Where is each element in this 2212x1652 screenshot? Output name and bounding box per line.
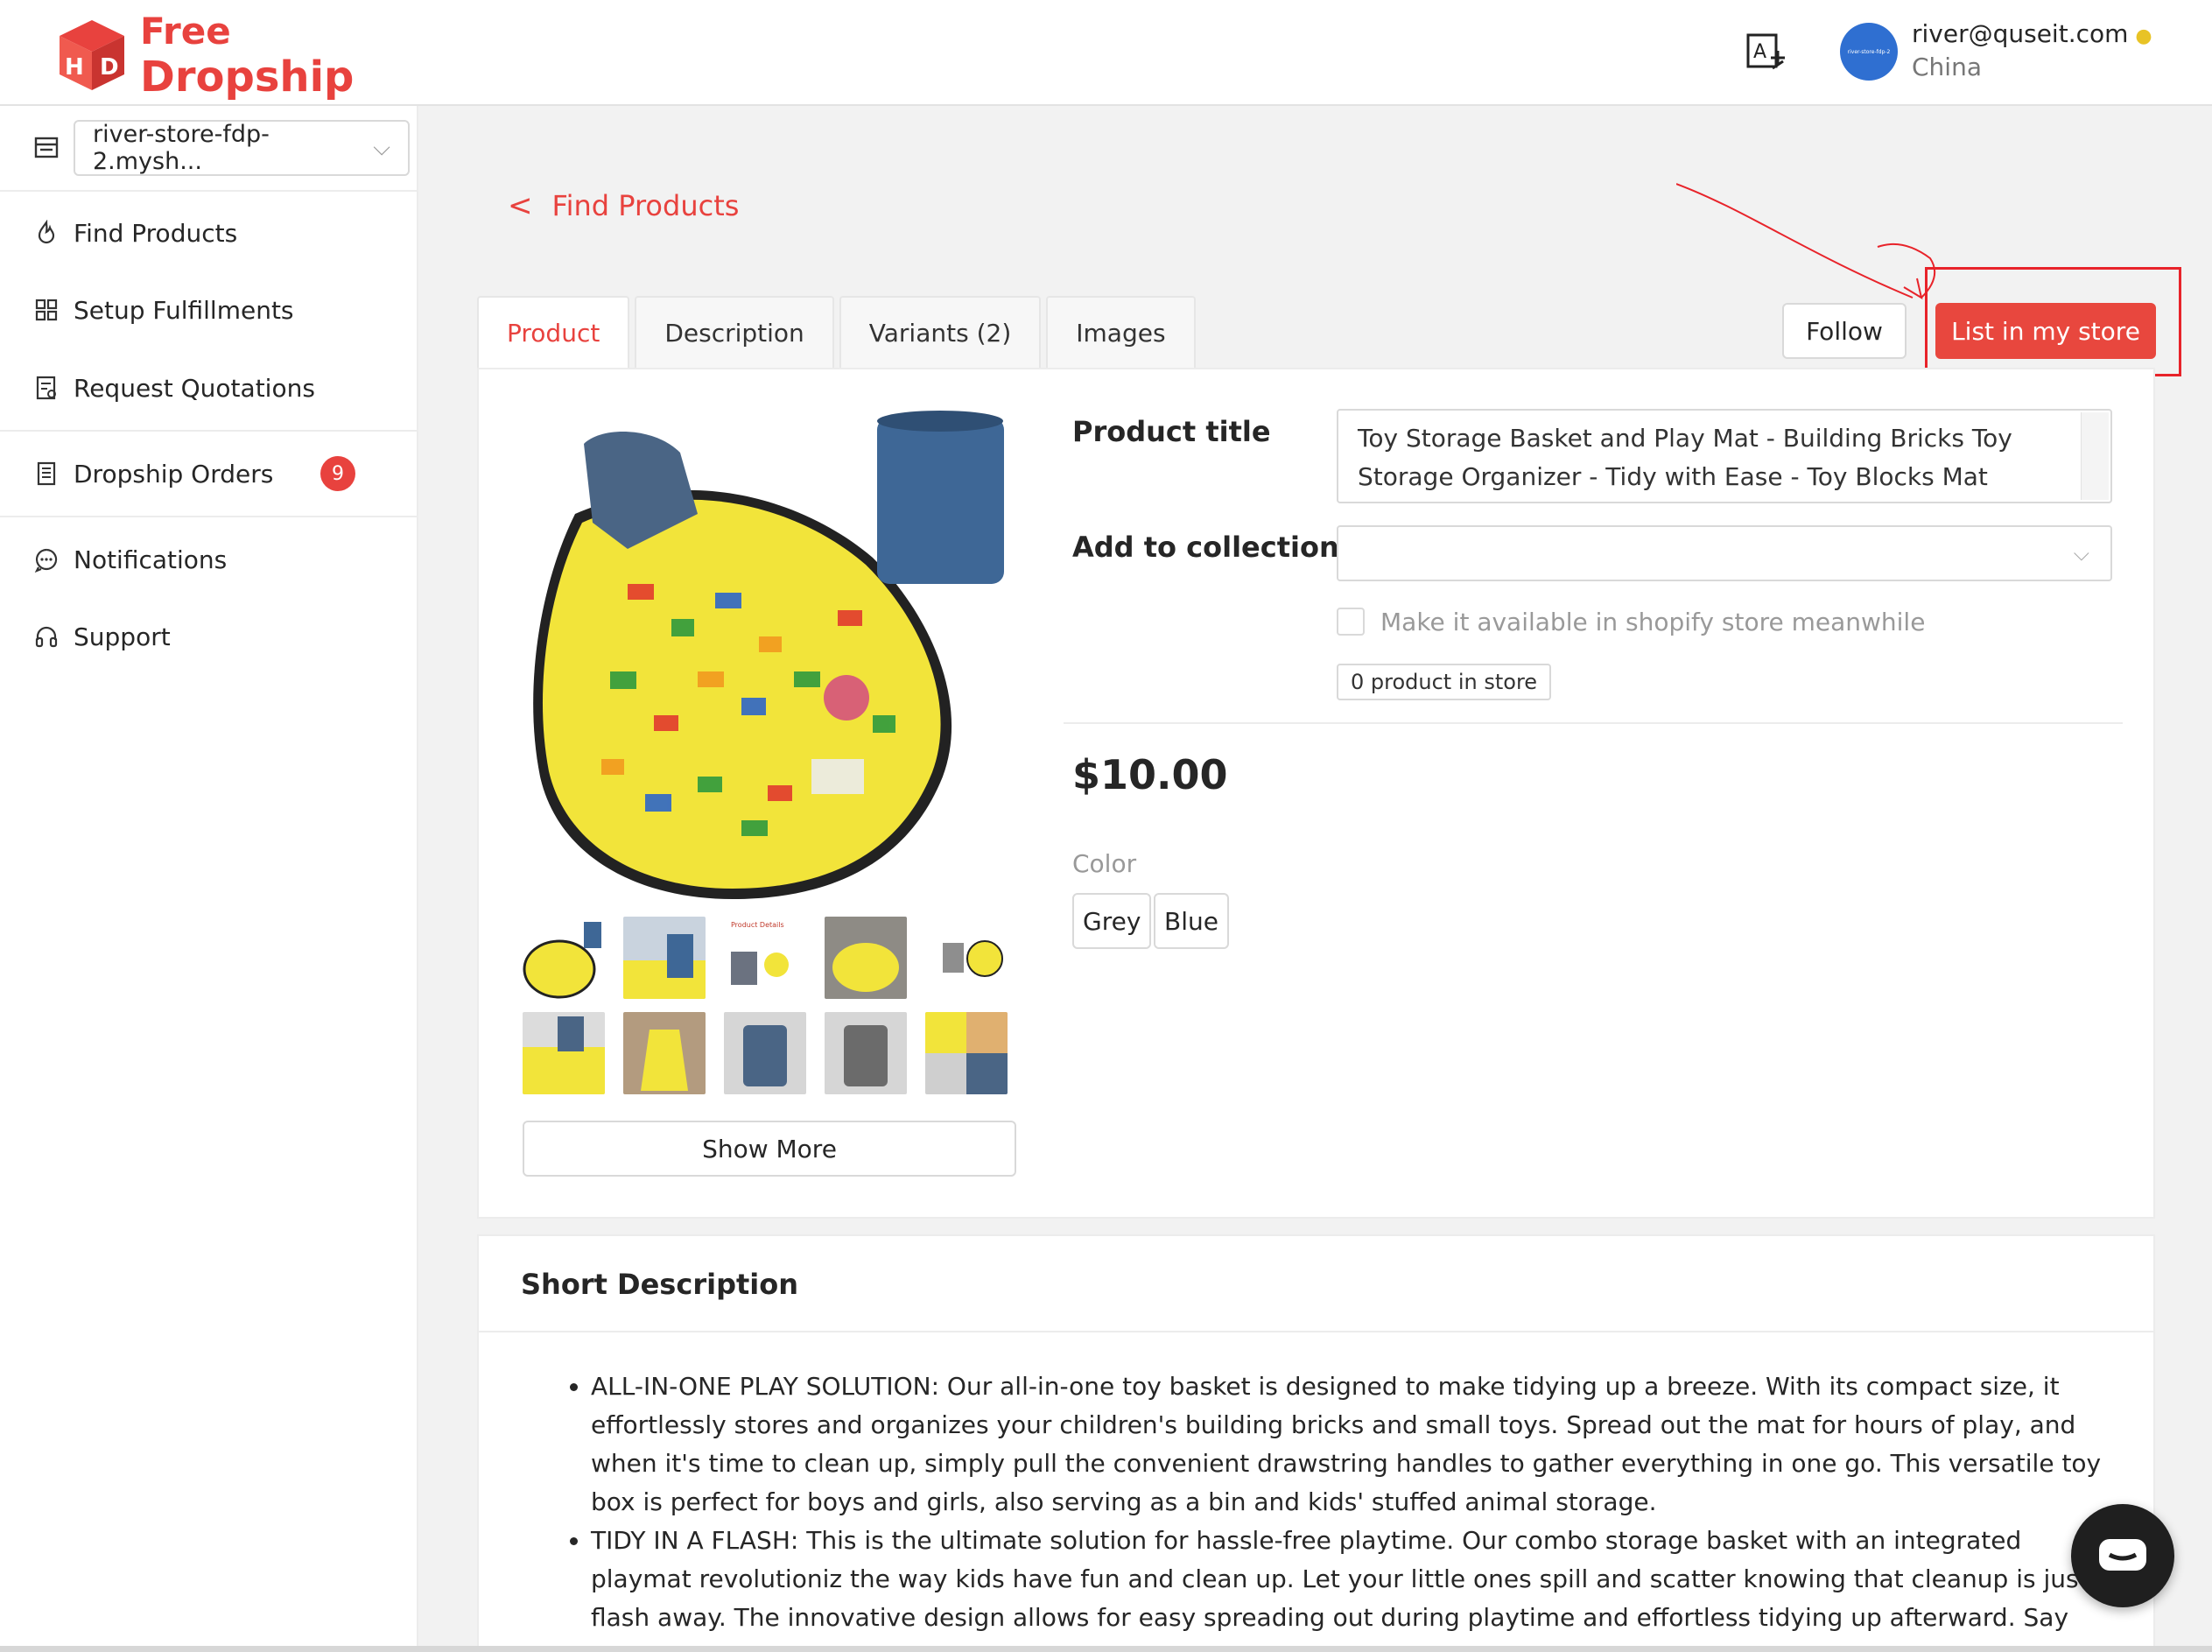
svg-text:H: H xyxy=(65,54,84,81)
thumbnail[interactable] xyxy=(825,1012,907,1094)
sidebar-item-label: Setup Fulfillments xyxy=(74,295,294,325)
svg-text:D: D xyxy=(100,54,119,81)
shopify-available-checkbox[interactable] xyxy=(1337,608,1365,636)
product-tabs: Product Description Variants (2) Images xyxy=(477,296,1201,368)
product-price: $10.00 xyxy=(1072,751,1228,798)
color-label: Color xyxy=(1072,849,1137,878)
top-header: H D Free Dropship A river-store-fdp-2 ri… xyxy=(0,0,2212,106)
short-description-card: Short Description ALL-IN-ONE PLAY SOLUTI… xyxy=(477,1234,2155,1652)
product-card: Product Details Show More Product title … xyxy=(477,368,2155,1219)
product-main-image[interactable] xyxy=(523,409,1009,908)
window-bottom-edge xyxy=(0,1646,2212,1652)
back-to-find-products-link[interactable]: < Find Products xyxy=(508,188,739,223)
product-title-value: Toy Storage Basket and Play Mat - Buildi… xyxy=(1358,424,2012,502)
headset-icon xyxy=(35,626,58,648)
tab-product[interactable]: Product xyxy=(477,296,630,368)
sidebar-item-find-products[interactable]: Find Products xyxy=(0,196,418,270)
short-description-header: Short Description xyxy=(479,1236,2153,1332)
orders-icon xyxy=(37,461,56,486)
card-divider xyxy=(1064,722,2123,724)
user-email[interactable]: river@quseit.com ● xyxy=(1912,19,2154,48)
color-option-blue[interactable]: Blue xyxy=(1154,893,1229,949)
short-description-list: ALL-IN-ONE PLAY SOLUTION: Our all-in-one… xyxy=(591,1367,2114,1652)
sidebar-item-label: Request Quotations xyxy=(74,373,315,403)
store-icon xyxy=(34,137,59,158)
follow-button[interactable]: Follow xyxy=(1782,303,1907,359)
store-select-value: river-store-fdp-2.mysh... xyxy=(93,121,270,175)
red-annotation-arrow xyxy=(1676,183,1936,300)
grid-icon xyxy=(35,299,58,321)
logo-text: Free Dropship xyxy=(140,9,354,100)
chat-icon xyxy=(34,548,58,573)
sidebar-item-label: Find Products xyxy=(74,218,238,248)
sidebar-item-support[interactable]: Support xyxy=(0,600,418,673)
show-more-button[interactable]: Show More xyxy=(523,1121,1016,1177)
sidebar-item-setup-fulfillments[interactable]: Setup Fulfillments xyxy=(0,273,418,347)
tab-variants[interactable]: Variants (2) xyxy=(839,296,1042,368)
chevron-down-icon: ⌵ xyxy=(373,134,390,161)
thumbnail[interactable] xyxy=(523,1012,605,1094)
sidebar-item-dropship-orders[interactable]: Dropship Orders 9 xyxy=(0,437,418,510)
thumbnail[interactable] xyxy=(623,1012,706,1094)
thumbnail[interactable] xyxy=(825,917,907,999)
logo-line-2: Dropship xyxy=(140,52,355,102)
free-dropship-logo[interactable]: H D Free Dropship xyxy=(53,10,354,100)
product-thumbnails: Product Details xyxy=(523,917,1009,1094)
thumbnail[interactable] xyxy=(724,1012,806,1094)
thumbnail[interactable] xyxy=(623,917,706,999)
sidebar-divider xyxy=(0,430,418,432)
chevron-left-icon: < xyxy=(508,188,533,223)
chat-bubble-icon xyxy=(2099,1539,2146,1571)
user-email-text: river@quseit.com xyxy=(1912,19,2129,48)
orders-count-badge: 9 xyxy=(320,456,355,491)
product-title-field[interactable]: Toy Storage Basket and Play Mat - Buildi… xyxy=(1337,409,2112,503)
list-item: TIDY IN A FLASH: This is the ultimate so… xyxy=(591,1522,2114,1652)
user-status-icon: ● xyxy=(2135,25,2152,47)
annotation-highlight-box xyxy=(1925,267,2181,376)
sidebar: river-store-fdp-2.mysh... ⌵ Find Product… xyxy=(0,106,418,1652)
product-title-label: Product title xyxy=(1072,415,1271,448)
thumbnail[interactable] xyxy=(523,917,605,999)
chevron-down-icon: ⌵ xyxy=(2073,541,2089,566)
live-chat-button[interactable] xyxy=(2071,1504,2174,1607)
textarea-scrollbar[interactable] xyxy=(2081,412,2109,500)
translate-icon[interactable]: A xyxy=(1745,32,1788,75)
sidebar-item-label: Notifications xyxy=(74,545,228,574)
sidebar-divider xyxy=(0,516,418,517)
sidebar-item-label: Dropship Orders xyxy=(74,459,274,489)
tab-images[interactable]: Images xyxy=(1046,296,1196,368)
shopify-available-label: Make it available in shopify store meanw… xyxy=(1380,608,1926,636)
flame-icon xyxy=(38,220,55,244)
sidebar-item-request-quotations[interactable]: Request Quotations xyxy=(0,351,418,425)
thumbnail[interactable] xyxy=(925,917,1008,999)
logo-cube-icon: H D xyxy=(60,19,124,90)
logo-line-1: Free xyxy=(140,9,231,53)
list-item: ALL-IN-ONE PLAY SOLUTION: Our all-in-one… xyxy=(591,1367,2114,1522)
sidebar-item-notifications[interactable]: Notifications xyxy=(0,523,418,596)
back-label: Find Products xyxy=(551,189,740,222)
short-description-title: Short Description xyxy=(521,1268,798,1301)
svg-text:Product Details: Product Details xyxy=(731,921,784,929)
thumbnail[interactable]: Product Details xyxy=(724,917,806,999)
user-country: China xyxy=(1912,53,1982,81)
store-selector-row: river-store-fdp-2.mysh... ⌵ xyxy=(0,106,418,192)
add-to-collection-label: Add to collection xyxy=(1072,531,1339,564)
avatar[interactable]: river-store-fdp-2 xyxy=(1840,23,1898,81)
svg-text:A: A xyxy=(1753,41,1766,63)
store-count-tag: 0 product in store xyxy=(1337,664,1552,700)
thumbnail[interactable] xyxy=(925,1012,1008,1094)
quotation-icon xyxy=(36,376,56,400)
collection-select[interactable]: ⌵ xyxy=(1337,525,2112,581)
color-option-grey[interactable]: Grey xyxy=(1072,893,1152,949)
store-select[interactable]: river-store-fdp-2.mysh... ⌵ xyxy=(74,120,410,176)
sidebar-item-label: Support xyxy=(74,622,171,651)
tab-description[interactable]: Description xyxy=(635,296,834,368)
